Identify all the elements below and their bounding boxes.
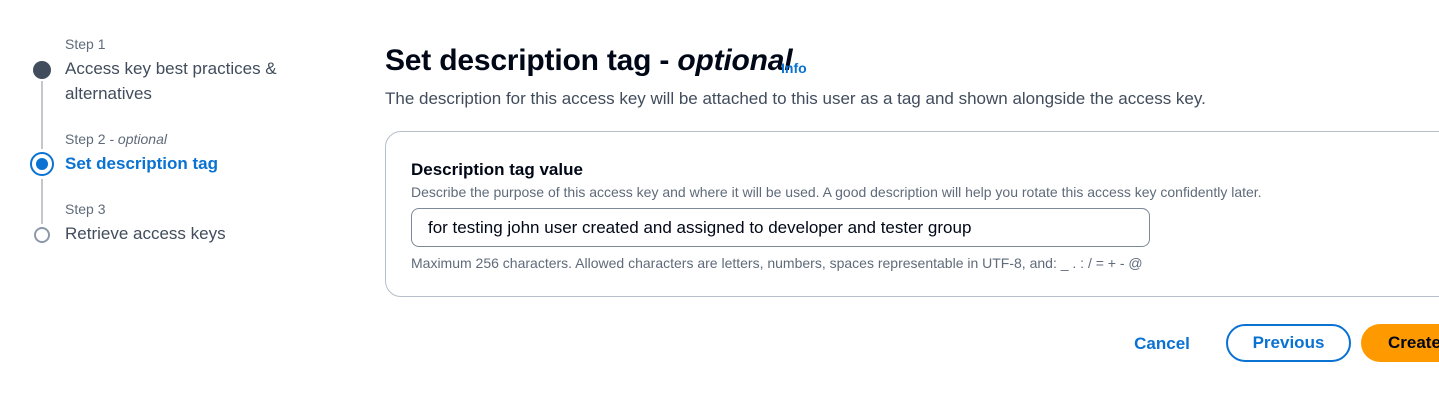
step-1-completed-icon — [33, 61, 51, 79]
step-1-title-line2: alternatives — [65, 84, 152, 103]
step-1-link[interactable]: Access key best practices & alternatives — [65, 56, 277, 106]
step-3-title: Retrieve access keys — [65, 224, 226, 243]
previous-button[interactable]: Previous — [1226, 324, 1351, 362]
info-link[interactable]: Info — [781, 60, 807, 76]
step-2-caption: Step 2 - optional — [65, 131, 167, 147]
step-2-current-icon — [30, 152, 54, 176]
step-connector — [41, 81, 43, 149]
step-3-caption: Step 3 — [65, 201, 106, 217]
field-constraint-text: Maximum 256 characters. Allowed characte… — [411, 255, 1143, 271]
page-title-optional: optional — [677, 44, 793, 77]
page-title-text: Set description tag - — [385, 44, 670, 77]
page-description: The description for this access key will… — [385, 89, 1206, 108]
step-2-optional-label: - optional — [109, 131, 167, 147]
page-title: Set description tag - optional — [385, 44, 793, 78]
wizard-steps: Step 1 Access key best practices & alter… — [0, 0, 340, 418]
step-2-title: Set description tag — [65, 154, 219, 173]
page: Step 1 Access key best practices & alter… — [0, 0, 1439, 418]
field-description: Describe the purpose of this access key … — [411, 184, 1262, 200]
create-access-key-button[interactable]: Create — [1361, 324, 1439, 362]
step-connector — [41, 179, 43, 224]
field-label: Description tag value — [411, 160, 583, 179]
description-tag-input[interactable] — [411, 208, 1150, 247]
step-3-pending-icon — [34, 227, 50, 243]
step-1-title-line1: Access key best practices & — [65, 59, 277, 78]
step-1-caption: Step 1 — [65, 36, 106, 52]
cancel-button[interactable]: Cancel — [1120, 325, 1204, 363]
